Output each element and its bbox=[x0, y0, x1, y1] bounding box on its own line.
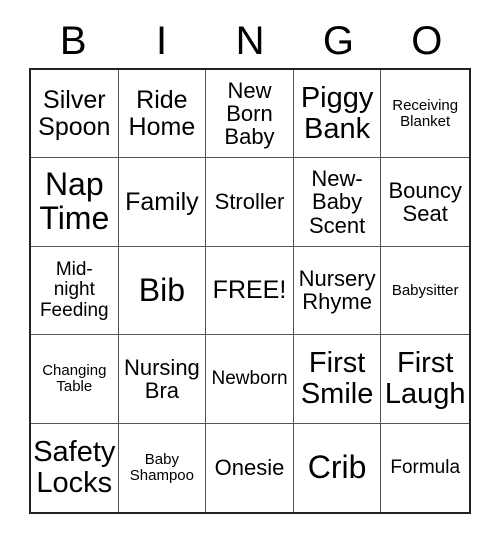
bingo-cell-r2-c2[interactable]: Family bbox=[118, 158, 207, 247]
bingo-grid: Silver Spoon Ride Home New Born Baby Piggy … bbox=[29, 68, 471, 514]
bingo-cell-label: Formula bbox=[390, 456, 461, 478]
bingo-cell-r1-c5[interactable]: Receiving Blanket bbox=[381, 70, 469, 159]
bingo-cell-r1-c1[interactable]: Silver Spoon bbox=[31, 70, 119, 159]
bingo-cell-r4-c1[interactable]: Changing Table bbox=[31, 335, 119, 424]
bingo-cell-label: Family bbox=[125, 187, 199, 216]
bingo-cell-r2-c4[interactable]: New- Baby Scent bbox=[293, 158, 382, 247]
bingo-cell-label: Newborn bbox=[211, 367, 288, 389]
bingo-cell-r4-c4[interactable]: First Smile bbox=[293, 335, 382, 424]
bingo-cell-r4-c3[interactable]: Newborn bbox=[206, 335, 294, 424]
bingo-cell-label: New Born Baby bbox=[224, 77, 275, 150]
bingo-cell-label: First Smile bbox=[300, 347, 374, 410]
bingo-cell-label: First Laugh bbox=[384, 347, 466, 410]
bingo-cell-label: Nap Time bbox=[39, 166, 110, 237]
bingo-cell-r3-c2[interactable]: Bib bbox=[118, 246, 207, 336]
bingo-cell-label: Baby Shampoo bbox=[129, 450, 194, 484]
bingo-cell-label: Babysitter bbox=[391, 281, 459, 299]
bingo-cell-label: Stroller bbox=[214, 189, 285, 215]
bingo-cell-label: Ride Home bbox=[128, 86, 196, 141]
bingo-cell-label: Bouncy Seat bbox=[388, 177, 462, 227]
bingo-cell-r4-c5[interactable]: First Laugh bbox=[381, 335, 469, 424]
bingo-card: B I N G O Silver Spoon Ride Home New Born Baby… bbox=[0, 0, 500, 544]
bingo-cell-r5-c2[interactable]: Baby Shampoo bbox=[118, 423, 207, 512]
bingo-header-row: BINGO bbox=[29, 14, 471, 68]
bingo-cell-free[interactable]: FREE! bbox=[206, 246, 294, 336]
bingo-cell-r5-c1[interactable]: Safety Locks bbox=[31, 423, 119, 512]
bingo-cell-r4-c2[interactable]: Nursing Bra bbox=[118, 335, 207, 424]
bingo-cell-r2-c1[interactable]: Nap Time bbox=[31, 158, 119, 247]
bingo-cell-label: FREE! bbox=[212, 276, 287, 305]
bingo-cell-r5-c5[interactable]: Formula bbox=[381, 423, 469, 512]
bingo-cell-r1-c3[interactable]: New Born Baby bbox=[206, 70, 294, 159]
bingo-cell-r3-c1[interactable]: Mid- night Feeding bbox=[31, 246, 119, 336]
bingo-header-letter-n: N bbox=[235, 19, 265, 63]
bingo-cell-label: Crib bbox=[307, 448, 367, 485]
bingo-cell-label: Receiving Blanket bbox=[392, 96, 459, 130]
bingo-cell-label: Nursery Rhyme bbox=[298, 266, 376, 315]
bingo-cell-r1-c2[interactable]: Ride Home bbox=[118, 70, 207, 159]
bingo-cell-label: Silver Spoon bbox=[38, 86, 111, 141]
bingo-cell-label: Changing Table bbox=[42, 362, 107, 395]
bingo-cell-r5-c3[interactable]: Onesie bbox=[206, 423, 294, 512]
bingo-cell-label: Onesie bbox=[214, 455, 285, 481]
bingo-cell-label: New- Baby Scent bbox=[308, 166, 366, 238]
bingo-cell-r2-c3[interactable]: Stroller bbox=[206, 158, 294, 247]
bingo-cell-label: Safety Locks bbox=[33, 436, 116, 499]
bingo-cell-label: Piggy Bank bbox=[300, 81, 374, 145]
bingo-cell-r5-c4[interactable]: Crib bbox=[293, 423, 382, 512]
bingo-header-letter-g: G bbox=[322, 19, 354, 63]
bingo-cell-label: Bib bbox=[138, 271, 186, 308]
bingo-cell-label: Mid- night Feeding bbox=[39, 259, 109, 321]
bingo-cell-r3-c4[interactable]: Nursery Rhyme bbox=[293, 246, 382, 336]
bingo-header-letter-o: O bbox=[411, 19, 443, 63]
bingo-cell-r1-c4[interactable]: Piggy Bank bbox=[293, 70, 382, 159]
bingo-cell-r2-c5[interactable]: Bouncy Seat bbox=[381, 158, 469, 247]
bingo-cell-r3-c5[interactable]: Babysitter bbox=[381, 246, 469, 336]
bingo-header-letter-i: I bbox=[156, 19, 168, 63]
bingo-cell-label: Nursing Bra bbox=[123, 354, 200, 403]
bingo-header-letter-b: B bbox=[59, 19, 87, 63]
